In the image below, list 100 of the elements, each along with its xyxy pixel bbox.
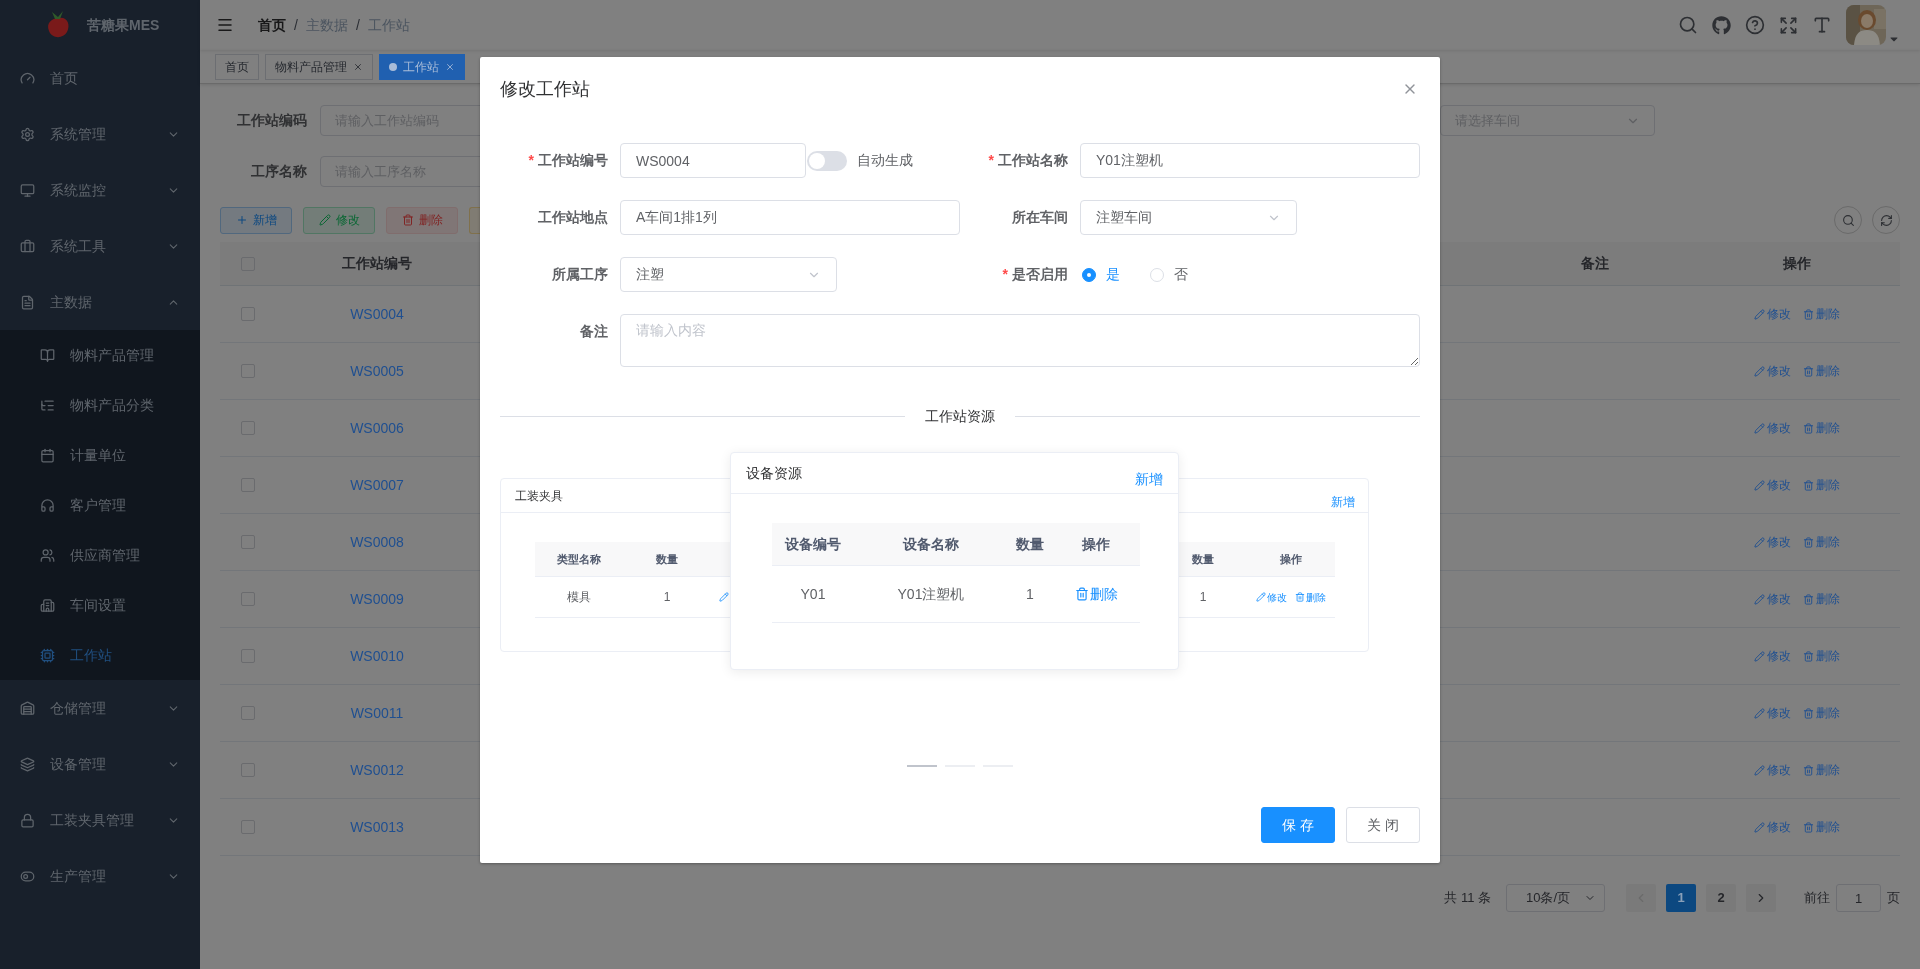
sidebar-item[interactable]: 工作站 — [0, 630, 200, 680]
edit-link[interactable]: 修改 — [1753, 533, 1791, 551]
sidebar-item[interactable]: 系统工具 — [0, 218, 200, 274]
delete-link[interactable]: 删除 — [1802, 704, 1840, 722]
trash-icon — [1802, 308, 1814, 320]
pencil-icon[interactable] — [719, 592, 729, 602]
link[interactable]: WS0010 — [350, 645, 404, 667]
delete-link[interactable]: 删除 — [1802, 305, 1840, 323]
link[interactable]: WS0009 — [350, 588, 404, 610]
sidebar-item[interactable]: 供应商管理 — [0, 530, 200, 580]
sidebar-item[interactable]: 物料产品管理 — [0, 330, 200, 380]
tab[interactable]: 工作站 — [379, 53, 465, 80]
edit-link[interactable]: 修改 — [1753, 590, 1791, 608]
column-header: 操作 — [1782, 254, 1811, 273]
edit-link[interactable]: 修改 — [1753, 362, 1791, 380]
delete-link[interactable]: 删除 — [1802, 362, 1840, 380]
link[interactable]: WS0012 — [350, 759, 404, 781]
add-link[interactable]: 新增 — [1331, 492, 1355, 511]
delete-link[interactable]: 删除 — [1295, 589, 1326, 605]
delete-link[interactable]: 删除 — [1802, 647, 1840, 665]
delete-link[interactable]: 删除 — [1802, 818, 1840, 836]
sidebar-item[interactable]: 生产管理 — [0, 848, 200, 904]
delete-link[interactable]: 删除 — [1074, 583, 1118, 605]
delete-link[interactable]: 删除 — [1802, 419, 1840, 437]
link[interactable]: WS0005 — [350, 360, 404, 382]
github-icon[interactable] — [1712, 15, 1731, 35]
table-cell-text: 1 — [663, 589, 671, 606]
link[interactable]: WS0004 — [350, 303, 404, 325]
sidebar-item[interactable]: 车间设置 — [0, 580, 200, 630]
column-header: 操作 — [1280, 551, 1302, 567]
edit-link[interactable]: 修改 — [1753, 704, 1791, 722]
layers-icon — [20, 756, 35, 772]
radio-option[interactable]: 否 — [1150, 264, 1188, 285]
page-size-select[interactable]: 10条/页 — [1506, 884, 1605, 912]
sidebar-item[interactable]: 首页 — [0, 50, 200, 106]
users-icon — [40, 547, 55, 563]
link[interactable]: WS0013 — [350, 816, 404, 838]
pencil-icon — [1753, 308, 1765, 320]
sidebar-item[interactable]: 计量单位 — [0, 430, 200, 480]
carousel-indicator[interactable] — [907, 765, 937, 767]
column-header: 类型名称 — [557, 551, 601, 567]
search-icon[interactable] — [1678, 15, 1698, 35]
sidebar-item[interactable]: 工装夹具管理 — [0, 792, 200, 848]
sidebar-item[interactable]: 系统监控 — [0, 162, 200, 218]
input-field[interactable]: A车间1排1列 — [620, 200, 960, 235]
sidebar-item[interactable]: 主数据 — [0, 274, 200, 330]
fullscreen-icon[interactable] — [1779, 15, 1798, 35]
edit-link[interactable]: 修改 — [1753, 476, 1791, 494]
edit-link[interactable]: 修改 — [1753, 761, 1791, 779]
trash-icon — [401, 214, 414, 226]
sidebar-item[interactable]: 客户管理 — [0, 480, 200, 530]
radio-button[interactable] — [1082, 267, 1096, 282]
delete-link[interactable]: 删除 — [1802, 590, 1840, 608]
close-button[interactable]: 关 闭 — [1346, 807, 1420, 843]
radio-option[interactable]: 是 — [1082, 264, 1120, 285]
tab[interactable]: 物料产品管理 — [265, 53, 373, 80]
select-field[interactable]: 注塑车间 — [1080, 200, 1297, 235]
breadcrumb-item[interactable]: 首页 — [258, 14, 286, 36]
help-icon[interactable] — [1745, 15, 1765, 35]
edit-link[interactable]: 修改 — [1753, 419, 1791, 437]
add-link[interactable]: 新增 — [1135, 468, 1163, 490]
font-size-icon[interactable] — [1812, 15, 1832, 35]
edit-link[interactable]: 修改 — [1256, 589, 1287, 605]
sidebar-item[interactable]: 仓储管理 — [0, 680, 200, 736]
page-button[interactable]: 2 — [1706, 884, 1736, 912]
select-field[interactable]: 注塑 — [620, 257, 837, 292]
page-button[interactable]: 1 — [1666, 884, 1696, 912]
next-page-button[interactable] — [1746, 884, 1776, 912]
trash-icon — [1802, 650, 1814, 662]
sidebar-item[interactable]: 设备管理 — [0, 736, 200, 792]
close-icon[interactable] — [353, 61, 363, 72]
list-icon — [40, 397, 55, 413]
delete-link[interactable]: 删除 — [1802, 533, 1840, 551]
sidebar-item[interactable]: 物料产品分类 — [0, 380, 200, 430]
link[interactable]: WS0011 — [350, 702, 404, 724]
input-field[interactable]: Y01注塑机 — [1080, 143, 1420, 178]
menu-icon[interactable] — [216, 16, 234, 34]
save-button[interactable]: 保 存 — [1261, 807, 1335, 843]
delete-link[interactable]: 删除 — [1802, 761, 1840, 779]
edit-button[interactable]: 修改 — [303, 206, 375, 234]
textarea-field[interactable]: 请输入内容 — [620, 314, 1420, 367]
input-field[interactable]: WS0004 — [620, 143, 806, 178]
toolbar-button[interactable] — [469, 206, 480, 234]
link[interactable]: WS0006 — [350, 417, 404, 439]
delete-button[interactable]: 删除 — [386, 206, 458, 234]
link[interactable]: WS0007 — [350, 474, 404, 496]
page-input[interactable]: 1 — [1836, 884, 1881, 912]
add-button[interactable]: 新增 — [220, 206, 292, 234]
tab[interactable]: 首页 — [215, 53, 259, 80]
close-icon[interactable] — [445, 61, 455, 72]
trash-icon — [1802, 536, 1814, 548]
link[interactable]: WS0008 — [350, 531, 404, 553]
edit-link[interactable]: 修改 — [1753, 818, 1791, 836]
edit-link[interactable]: 修改 — [1753, 647, 1791, 665]
plus-icon — [235, 214, 248, 226]
pencil-icon — [1753, 479, 1765, 491]
toggle-switch[interactable] — [807, 150, 847, 171]
delete-link[interactable]: 删除 — [1802, 476, 1840, 494]
edit-link[interactable]: 修改 — [1753, 305, 1791, 323]
sidebar-item[interactable]: 系统管理 — [0, 106, 200, 162]
